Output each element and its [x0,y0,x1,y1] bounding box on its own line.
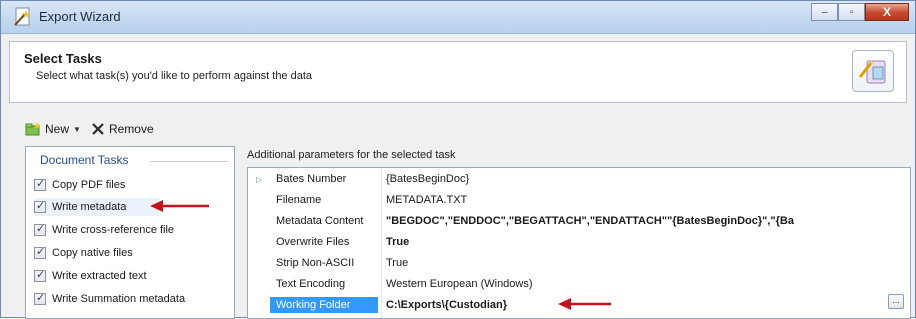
task-write-summation-metadata[interactable]: ✓ Write Summation metadata [34,290,185,308]
tasks-panel: Document Tasks ✓ Copy PDF files ✓ Write … [25,146,235,319]
remove-button[interactable]: Remove [91,122,154,136]
property-row-bates-number[interactable]: ▷ Bates Number {BatesBeginDoc} [248,168,910,189]
property-value[interactable]: {BatesBeginDoc} [386,171,469,187]
task-write-cross-reference-file[interactable]: ✓ Write cross-reference file [34,221,174,239]
check-icon: ✓ [36,246,46,258]
task-label: Write Summation metadata [52,293,186,305]
property-row-metadata-content[interactable]: Metadata Content "BEGDOC","ENDDOC","BEGA… [248,210,910,231]
page-title: Select Tasks [24,51,102,66]
task-checkbox[interactable]: ✓ [34,223,46,236]
property-name: Working Folder [270,297,378,313]
property-value[interactable]: True [386,255,408,271]
remove-button-label: Remove [108,122,154,136]
check-icon: ✓ [36,223,46,235]
window-controls: ‒ ▫ X [811,3,909,22]
check-icon: ✓ [36,178,46,190]
check-icon: ✓ [36,292,46,304]
new-button[interactable]: New ▼ [25,122,81,136]
task-copy-pdf-files[interactable]: ✓ Copy PDF files [34,176,125,194]
task-label: Copy PDF files [52,179,126,191]
group-divider [150,161,228,162]
page-subtitle: Select what task(s) you'd like to perfor… [36,70,313,82]
property-name: Overwrite Files [276,236,350,248]
chevron-down-icon[interactable]: ▼ [73,125,81,134]
new-folder-icon [25,122,41,136]
property-value[interactable]: True [386,234,409,250]
check-icon: ✓ [36,269,46,281]
toolbar: New ▼ Remove [25,119,164,139]
task-label: Write metadata [52,201,127,213]
new-button-label: New [45,122,70,136]
property-name: Metadata Content [276,215,364,227]
task-checkbox[interactable]: ✓ [34,178,46,191]
task-write-extracted-text[interactable]: ✓ Write extracted text [34,267,147,285]
annotation-arrow-left [150,200,209,212]
task-checkbox[interactable]: ✓ [34,200,46,213]
task-checkbox[interactable]: ✓ [34,269,46,282]
task-checkbox[interactable]: ✓ [34,292,46,305]
minimize-button[interactable]: ‒ [811,3,838,21]
task-write-metadata[interactable]: ✓ Write metadata [34,198,159,216]
property-row-text-encoding[interactable]: Text Encoding Western European (Windows) [248,273,910,294]
property-name: Strip Non-ASCII [276,257,355,269]
remove-x-icon [92,123,104,135]
property-row-filename[interactable]: Filename METADATA.TXT [248,189,910,210]
property-name: Filename [276,194,322,206]
task-copy-native-files[interactable]: ✓ Copy native files [34,244,133,262]
annotation-arrow-left [558,298,611,310]
task-label: Write cross-reference file [52,224,175,236]
export-wizard-window: Export Wizard ‒ ▫ X Select Tasks Select … [0,0,916,319]
params-label: Additional parameters for the selected t… [247,149,456,161]
wizard-tasks-icon [852,50,894,92]
property-value[interactable]: Western European (Windows) [386,276,533,292]
task-label: Copy native files [52,247,133,259]
property-value[interactable]: METADATA.TXT [386,192,467,208]
task-label: Write extracted text [52,270,147,282]
property-name: Bates Number [276,173,347,185]
property-row-overwrite-files[interactable]: Overwrite Files True [248,231,910,252]
title-bar[interactable]: Export Wizard ‒ ▫ X [1,1,915,34]
close-button[interactable]: X [865,3,909,21]
wizard-wand-icon [13,7,33,27]
check-icon: ✓ [36,200,46,212]
group-header-document-tasks: Document Tasks [40,153,129,167]
maximize-button[interactable]: ▫ [838,3,865,21]
expand-arrow-icon[interactable]: ▷ [256,175,262,184]
property-value[interactable]: C:\Exports\{Custodian} [386,297,507,313]
property-value[interactable]: "BEGDOC","ENDDOC","BEGATTACH","ENDATTACH… [386,213,794,229]
task-checkbox[interactable]: ✓ [34,246,46,259]
window-title: Export Wizard [39,9,121,24]
property-row-strip-non-ascii[interactable]: Strip Non-ASCII True [248,252,910,273]
property-name: Text Encoding [276,278,346,290]
browse-ellipsis-button[interactable]: ... [888,294,904,309]
wizard-header: Select Tasks Select what task(s) you'd l… [9,41,907,103]
